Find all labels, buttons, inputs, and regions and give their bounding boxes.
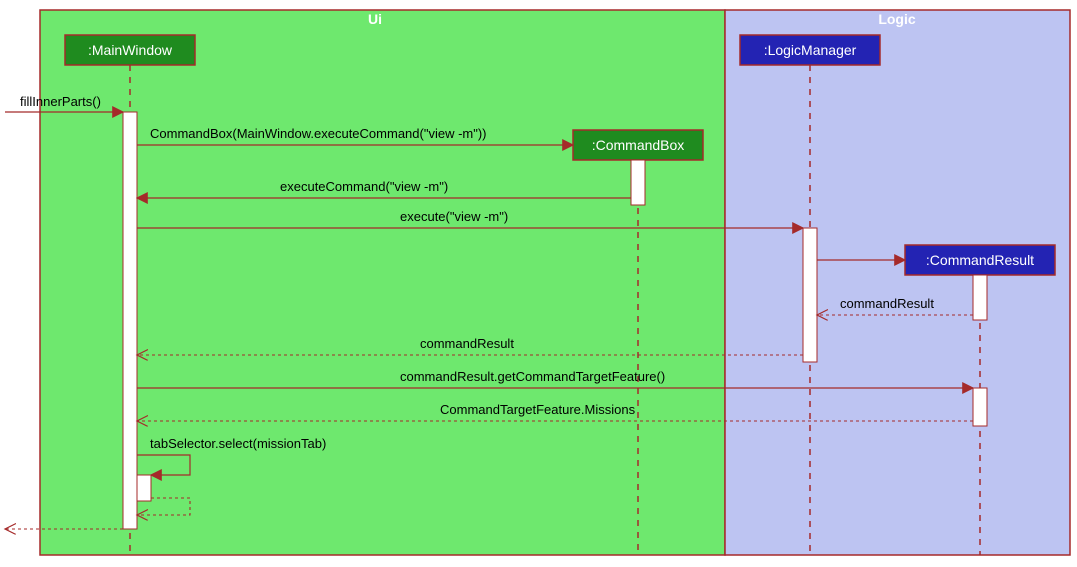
lbl-target-return: CommandTargetFeature.Missions: [440, 402, 636, 417]
lbl-execute: execute("view -m"): [400, 209, 508, 224]
commandresult-activation: [973, 275, 987, 320]
lbl-fillinnerparts: fillInnerParts(): [20, 94, 101, 109]
commandbox-activation: [631, 160, 645, 205]
commandresult-activation2: [973, 388, 987, 426]
logicmanager-label: :LogicManager: [764, 42, 857, 58]
mainwindow-label: :MainWindow: [88, 42, 173, 58]
lbl-commandresult-return2: commandResult: [420, 336, 514, 351]
commandbox-label: :CommandBox: [592, 137, 685, 153]
ui-box-title: Ui: [368, 11, 382, 27]
logic-box: [725, 10, 1070, 555]
logicmanager-activation: [803, 228, 817, 362]
lbl-selfcall: tabSelector.select(missionTab): [150, 436, 326, 451]
mainwindow-self-activation: [137, 475, 151, 501]
lbl-gettarget: commandResult.getCommandTargetFeature(): [400, 369, 665, 384]
lbl-create-commandbox: CommandBox(MainWindow.executeCommand("vi…: [150, 126, 487, 141]
logic-box-title: Logic: [878, 11, 916, 27]
ui-box: [40, 10, 725, 555]
commandresult-label: :CommandResult: [926, 252, 1034, 268]
lbl-executecommand: executeCommand("view -m"): [280, 179, 448, 194]
mainwindow-activation: [123, 112, 137, 529]
lbl-commandresult-return1: commandResult: [840, 296, 934, 311]
sequence-diagram: Ui Logic :MainWindow :LogicManager fillI…: [0, 0, 1077, 567]
